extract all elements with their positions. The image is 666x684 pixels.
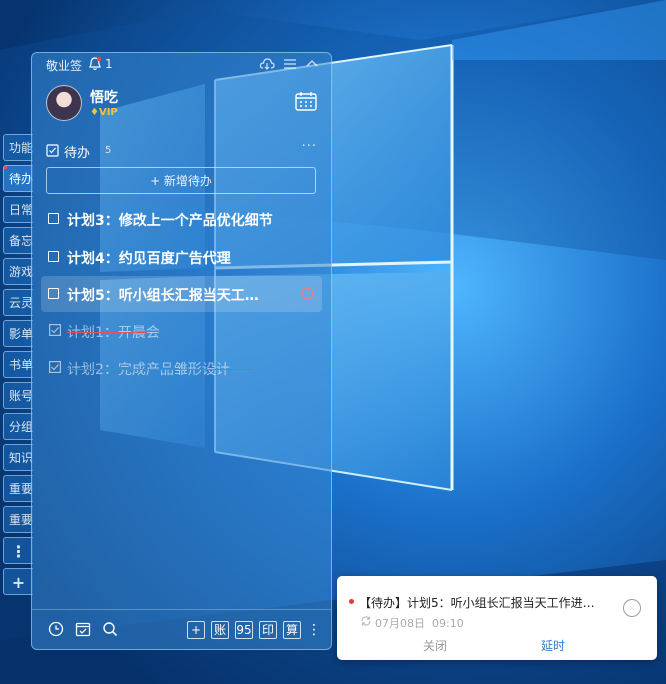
search-icon[interactable] [102,621,118,637]
reminder-clock-icon[interactable] [301,287,314,300]
checked-checkbox-icon[interactable] [49,361,61,373]
tab-todo[interactable]: 待办 [3,165,33,192]
todo-item[interactable]: 计划5：听小组长汇报当天工… [41,276,322,312]
vip-label: VIP [98,107,118,118]
tab-important-1[interactable]: 重要 [3,475,33,502]
tab-cloud[interactable]: 云灵 [3,289,33,316]
checkbox[interactable] [48,251,59,262]
tab-daily[interactable]: 日常 [3,196,33,223]
checkbox[interactable] [48,288,59,299]
checkbox-icon [46,144,59,157]
new-todo-button[interactable]: + 新增待办 [46,167,316,194]
strikethrough [67,332,147,333]
account-button[interactable]: 账 [211,621,229,639]
bell-icon[interactable] [88,56,102,72]
calendar-icon[interactable] [295,91,317,111]
todo-item[interactable]: 计划3：修改上一个产品优化细节 [41,201,322,237]
delay-button[interactable]: 延时 [541,637,565,654]
note-panel: 敬业签 1 悟吃 ♦VIP 待办 5 ··· + 新增待办 计划3：修改上一个产… [31,52,332,650]
tab-accounts[interactable]: 账号 [3,382,33,409]
tab-knowledge[interactable]: 知识 [3,444,33,471]
complete-circle-button[interactable] [623,599,641,617]
checkbox[interactable] [48,213,59,224]
todo-item[interactable]: 计划4：约见百度广告代理 [41,239,322,275]
tab-game[interactable]: 游戏 [3,258,33,285]
tab-books[interactable]: 书单 [3,351,33,378]
number-button[interactable]: 95 [235,621,253,639]
tab-memo[interactable]: 备忘 [3,227,33,254]
more-options-icon[interactable]: ··· [302,139,317,154]
todo-count: 5 [105,145,112,156]
todo-text: 计划5：听小组长汇报当天工… [67,288,259,304]
todo-item-done[interactable]: 计划2：完成产品雏形设计 [41,350,322,386]
todo-section-header: 待办 5 ··· [46,139,317,161]
collapse-icon[interactable] [305,57,319,71]
title-bar: 敬业签 1 [32,53,331,77]
menu-icon[interactable] [283,57,297,71]
add-button[interactable]: + [187,621,205,639]
bottom-toolbar: + 账 95 印 算 ⋮ [48,621,321,643]
avatar[interactable] [46,85,82,121]
diamond-icon: ♦ [90,107,99,118]
app-title: 敬业签 [46,59,83,73]
tab-movies[interactable]: 影单 [3,320,33,347]
section-title: 待办 [64,146,91,161]
notification-datetime: 07月08日 09:10 [375,615,464,631]
todo-item-done[interactable]: 计划1：开晨会 [41,313,322,349]
tab-group[interactable]: 分组 [3,413,33,440]
repeat-icon [361,616,371,626]
notification-title: 【待办】计划5：听小组长汇报当天工作进… [359,596,595,610]
notification-date: 07月08日 [375,617,425,630]
notification-count: 1 [105,57,113,71]
strikethrough [67,369,253,370]
done-list-icon[interactable] [75,621,91,637]
more-vertical-icon[interactable]: ⋮ [307,621,321,639]
checked-checkbox-icon[interactable] [49,324,61,336]
tab-function[interactable]: 功能 [3,134,33,161]
vip-badge: ♦VIP [90,107,118,118]
tab-important-2[interactable]: 重要 [3,506,33,533]
reminder-notification: 【待办】计划5：听小组长汇报当天工作进… 07月08日 09:10 关闭 延时 [337,576,657,660]
more-tabs-icon[interactable]: ⋮ [3,537,33,564]
divider [32,609,331,610]
print-button[interactable]: 印 [259,621,277,639]
username: 悟吃 [90,90,118,106]
todo-text: 计划4：约见百度广告代理 [67,251,231,267]
calculate-button[interactable]: 算 [283,621,301,639]
notification-time: 09:10 [432,617,464,630]
alert-dot [349,599,354,604]
close-button[interactable]: 关闭 [423,637,447,654]
add-tab-icon[interactable]: + [3,568,33,595]
history-clock-icon[interactable] [48,621,64,637]
cloud-sync-icon[interactable] [259,57,275,71]
todo-text: 计划3：修改上一个产品优化细节 [67,213,273,229]
